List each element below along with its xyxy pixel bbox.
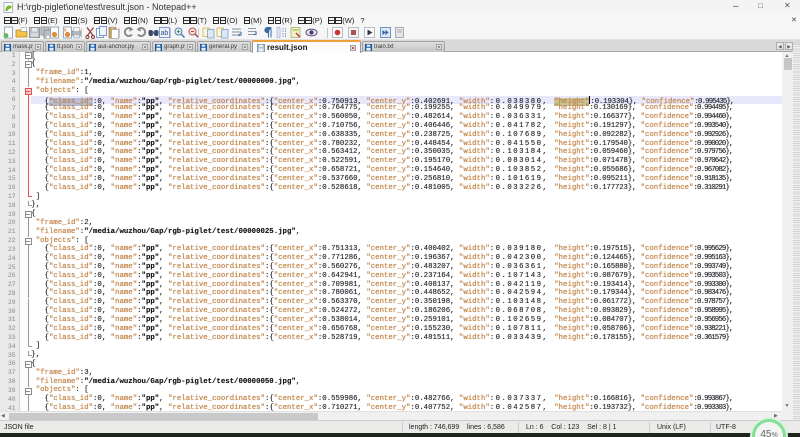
svg-text:ab: ab [161,30,169,37]
